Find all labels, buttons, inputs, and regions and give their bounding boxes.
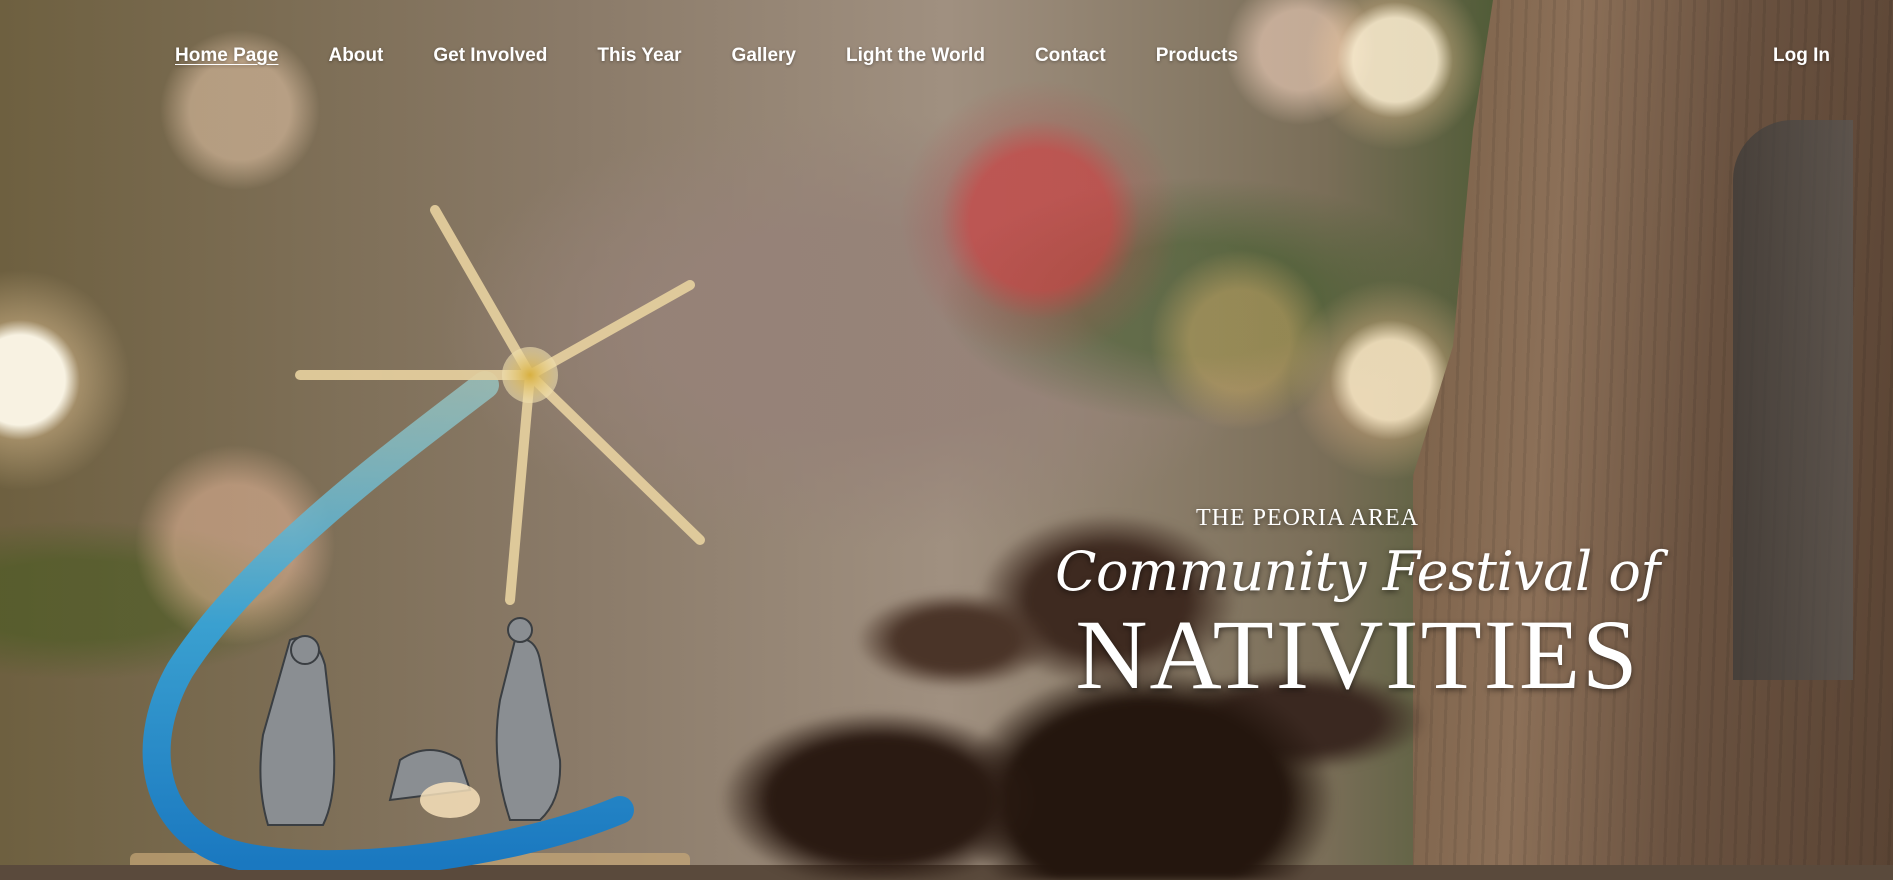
nav-get-involved[interactable]: Get Involved bbox=[433, 45, 547, 67]
glass-nativity-ornament bbox=[142, 205, 705, 870]
nav-gallery[interactable]: Gallery bbox=[732, 45, 796, 67]
title-eyebrow: THE PEORIA AREA bbox=[1195, 505, 1419, 531]
login-link[interactable]: Log In bbox=[1773, 45, 1830, 67]
wooden-frame-window bbox=[1733, 120, 1853, 680]
nav-light-the-world[interactable]: Light the World bbox=[846, 45, 985, 67]
nav-products[interactable]: Products bbox=[1156, 45, 1238, 67]
title-script: Community Festival of bbox=[1055, 540, 1660, 603]
nav-about[interactable]: About bbox=[328, 45, 383, 67]
nav-this-year[interactable]: This Year bbox=[597, 45, 681, 67]
nav-home-page[interactable]: Home Page bbox=[175, 45, 278, 67]
title-main: NATIVITIES bbox=[1075, 599, 1640, 710]
nav-contact[interactable]: Contact bbox=[1035, 45, 1106, 67]
nav-links: Home Page About Get Involved This Year G… bbox=[175, 45, 1288, 67]
top-navigation: Home Page About Get Involved This Year G… bbox=[0, 0, 1893, 120]
